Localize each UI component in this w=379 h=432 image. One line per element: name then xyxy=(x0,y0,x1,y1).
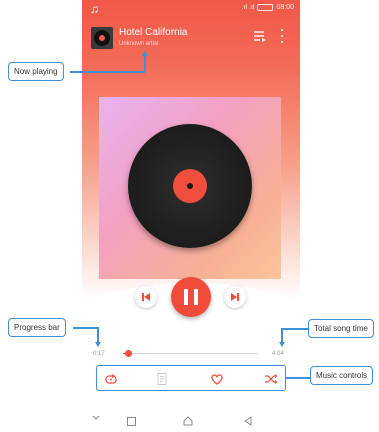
callout-music-controls: Music controls xyxy=(310,366,374,385)
album-thumbnail[interactable] xyxy=(91,27,113,49)
leader-total-song-time-down xyxy=(281,328,283,342)
leader-progress-bar xyxy=(73,327,98,329)
shuffle-icon[interactable] xyxy=(264,372,278,386)
more-vertical-icon[interactable] xyxy=(279,29,285,43)
album-art xyxy=(99,97,281,279)
signal-indicator: .ıl .ıl xyxy=(241,4,255,11)
leader-progress-bar-down xyxy=(97,327,99,342)
status-time: 08:00 xyxy=(276,4,294,11)
arrow-now-playing xyxy=(141,51,148,56)
disc-label xyxy=(173,169,207,203)
progress-thumb[interactable] xyxy=(125,350,133,357)
back-chevron-icon[interactable] xyxy=(92,414,100,422)
arrow-progress-bar xyxy=(94,342,101,347)
recents-icon[interactable] xyxy=(127,417,136,426)
status-bar: ♫ .ıl .ıl 08:00 xyxy=(82,0,300,18)
previous-button[interactable] xyxy=(135,286,157,308)
callout-progress-bar: Progress bar xyxy=(8,318,66,337)
heart-icon[interactable] xyxy=(210,372,224,386)
leader-now-playing-up xyxy=(144,56,146,72)
vinyl-disc-icon xyxy=(128,124,252,248)
now-playing-header[interactable]: Hotel California Unknown artist xyxy=(82,20,300,60)
callout-total-song-time: Total song time xyxy=(308,319,374,338)
back-icon[interactable] xyxy=(243,416,253,426)
skip-previous-icon xyxy=(142,293,150,301)
leader-total-song-time xyxy=(281,328,309,330)
arrow-total-song-time xyxy=(278,342,285,347)
pause-button[interactable] xyxy=(171,277,211,317)
leader-music-controls xyxy=(286,377,311,379)
battery-icon xyxy=(257,4,274,11)
pause-icon xyxy=(184,289,188,305)
song-artist: Unknown artist xyxy=(119,41,159,47)
music-controls-bar xyxy=(96,365,286,391)
music-note-icon: ♫ xyxy=(90,2,99,16)
callout-now-playing: Now playing xyxy=(8,62,64,81)
leader-now-playing xyxy=(70,71,145,73)
status-indicators: .ıl .ıl 08:00 xyxy=(242,4,294,11)
song-title: Hotel California xyxy=(119,27,188,38)
queue-icon[interactable] xyxy=(253,30,267,42)
total-time: 4:04 xyxy=(272,351,284,357)
next-button[interactable] xyxy=(224,286,246,308)
disc-hole xyxy=(187,183,193,189)
home-icon[interactable] xyxy=(183,416,193,426)
lyrics-icon[interactable] xyxy=(155,372,169,386)
elapsed-time: 0:17 xyxy=(93,351,105,357)
repeat-icon[interactable] xyxy=(104,372,118,386)
skip-next-icon xyxy=(231,293,239,301)
mini-disc-icon xyxy=(94,30,110,46)
progress-bar[interactable] xyxy=(123,350,258,357)
